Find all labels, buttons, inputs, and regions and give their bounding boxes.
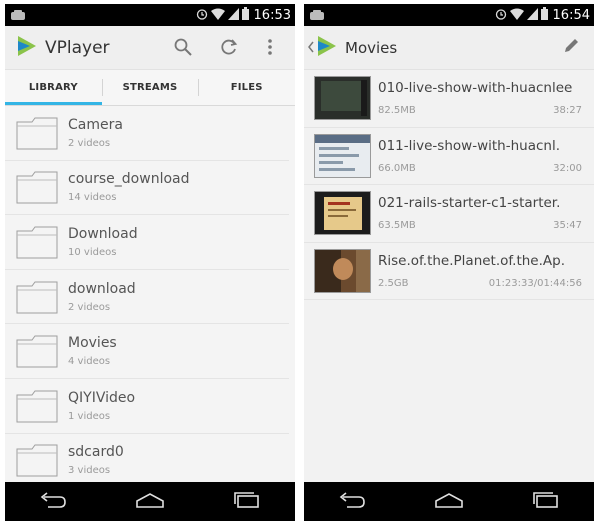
folder-icon bbox=[16, 334, 58, 368]
movies-screen: 16:54 Movies 010-live-show-with-huacnlee… bbox=[304, 4, 594, 521]
folder-item-qiyivideo[interactable]: QIYIVideo 1 videos bbox=[5, 379, 289, 434]
status-time: 16:54 bbox=[552, 7, 590, 23]
video-duration: 38:27 bbox=[553, 105, 582, 117]
recent-apps-icon[interactable] bbox=[232, 491, 262, 512]
navigation-bar bbox=[304, 482, 594, 521]
folder-item-sdcard0[interactable]: sdcard0 3 videos bbox=[5, 434, 289, 489]
folder-item-course-download[interactable]: course_download 14 videos bbox=[5, 161, 289, 216]
home-nav-icon[interactable] bbox=[434, 492, 464, 512]
video-list: 010-live-show-with-huacnlee 82.5MB 38:27 … bbox=[304, 70, 594, 300]
video-duration: 35:47 bbox=[553, 220, 582, 232]
folder-icon bbox=[16, 280, 58, 314]
tab-bar: LIBRARY STREAMS FILES bbox=[5, 70, 295, 106]
folder-icon bbox=[16, 170, 58, 204]
video-item[interactable]: 010-live-show-with-huacnlee 82.5MB 38:27 bbox=[304, 70, 594, 128]
video-thumbnail bbox=[314, 76, 371, 121]
notification-icon bbox=[310, 9, 324, 23]
folder-name: QIYIVideo bbox=[68, 389, 136, 406]
folder-count: 14 videos bbox=[68, 192, 117, 204]
wifi-icon bbox=[210, 8, 225, 23]
video-item[interactable]: 021-rails-starter-c1-starter. 63.5MB 35:4… bbox=[304, 185, 594, 243]
video-title: 011-live-show-with-huacnl. bbox=[378, 137, 560, 154]
wifi-icon bbox=[509, 8, 524, 23]
home-nav-icon[interactable] bbox=[135, 492, 165, 512]
folder-count: 4 videos bbox=[68, 356, 111, 368]
folder-count: 3 videos bbox=[68, 465, 111, 477]
folder-name: Movies bbox=[68, 335, 117, 352]
folder-count: 2 videos bbox=[68, 301, 111, 313]
vplayer-logo-icon[interactable] bbox=[15, 34, 39, 62]
recent-apps-icon[interactable] bbox=[531, 491, 561, 512]
back-nav-icon[interactable] bbox=[38, 491, 68, 512]
video-title: 010-live-show-with-huacnlee bbox=[378, 80, 573, 97]
folder-count: 1 videos bbox=[68, 410, 111, 422]
folder-list: Camera 2 videos course_download 14 videos … bbox=[5, 106, 295, 489]
tab-files[interactable]: FILES bbox=[198, 70, 295, 105]
vplayer-logo-icon[interactable] bbox=[315, 34, 339, 62]
video-size: 66.0MB bbox=[378, 162, 416, 174]
folder-count: 2 videos bbox=[68, 137, 111, 149]
back-nav-icon[interactable] bbox=[337, 491, 367, 512]
folder-item-download-upper[interactable]: Download 10 videos bbox=[5, 215, 289, 270]
folder-count: 10 videos bbox=[68, 246, 117, 258]
folder-item-download-lower[interactable]: download 2 videos bbox=[5, 270, 289, 325]
refresh-icon[interactable] bbox=[219, 37, 239, 61]
signal-icon bbox=[227, 7, 239, 23]
battery-icon bbox=[241, 7, 249, 23]
tab-streams[interactable]: STREAMS bbox=[101, 70, 199, 105]
folder-item-camera[interactable]: Camera 2 videos bbox=[5, 106, 289, 161]
video-title: Rise.of.the.Planet.of.the.Ap. bbox=[378, 252, 566, 269]
notification-icon bbox=[11, 9, 25, 23]
screen-title: Movies bbox=[345, 38, 398, 57]
tab-library[interactable]: LIBRARY bbox=[5, 70, 102, 105]
video-duration: 01:23:33/01:44:56 bbox=[488, 277, 582, 289]
video-title: 021-rails-starter-c1-starter. bbox=[378, 195, 561, 212]
battery-icon bbox=[540, 7, 548, 23]
alarm-icon bbox=[495, 8, 507, 23]
video-thumbnail bbox=[314, 133, 371, 178]
alarm-icon bbox=[196, 8, 208, 23]
pencil-icon[interactable] bbox=[562, 37, 580, 59]
navigation-bar bbox=[5, 482, 295, 521]
app-title: VPlayer bbox=[45, 37, 110, 58]
signal-icon bbox=[526, 7, 538, 23]
folder-name: course_download bbox=[68, 171, 190, 188]
folder-name: Camera bbox=[68, 116, 123, 133]
folder-name: Download bbox=[68, 225, 138, 242]
search-icon[interactable] bbox=[173, 37, 193, 61]
folder-name: sdcard0 bbox=[68, 444, 124, 461]
action-bar: Movies bbox=[304, 26, 594, 70]
back-chevron-icon[interactable] bbox=[308, 38, 314, 57]
status-bar: 16:54 bbox=[304, 4, 594, 26]
folder-name: download bbox=[68, 280, 136, 297]
video-size: 2.5GB bbox=[378, 277, 409, 289]
video-thumbnail bbox=[314, 248, 371, 293]
video-size: 82.5MB bbox=[378, 105, 416, 117]
video-item[interactable]: Rise.of.the.Planet.of.the.Ap. 2.5GB 01:23… bbox=[304, 243, 594, 300]
status-bar: 16:53 bbox=[5, 4, 295, 26]
overflow-menu-icon[interactable] bbox=[267, 37, 273, 61]
video-duration: 32:00 bbox=[553, 162, 582, 174]
video-size: 63.5MB bbox=[378, 220, 416, 232]
folder-icon bbox=[16, 389, 58, 423]
folder-icon bbox=[16, 116, 58, 150]
folder-icon bbox=[16, 225, 58, 259]
folder-icon bbox=[16, 443, 58, 477]
status-time: 16:53 bbox=[253, 7, 291, 23]
video-item[interactable]: 011-live-show-with-huacnl. 66.0MB 32:00 bbox=[304, 128, 594, 185]
library-screen: 16:53 VPlayer LIBRARY STREAMS FILES Came… bbox=[5, 4, 295, 521]
folder-item-movies[interactable]: Movies 4 videos bbox=[5, 324, 289, 379]
video-thumbnail bbox=[314, 191, 371, 236]
action-bar: VPlayer bbox=[5, 26, 295, 70]
